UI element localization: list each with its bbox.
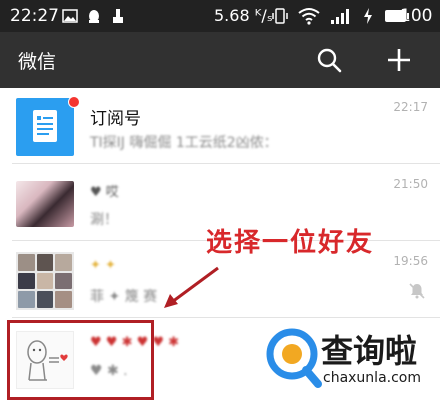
group-avatar xyxy=(16,252,74,310)
network-speed: 5.68 ᴷ/ₛ xyxy=(214,6,273,25)
mute-icon xyxy=(409,283,425,299)
vibrate-icon xyxy=(272,8,288,24)
qq-icon xyxy=(89,10,99,23)
chat-preview: 涮！ xyxy=(90,212,118,228)
chat-time: 21:50 xyxy=(393,177,428,191)
title-bar: 微信 xyxy=(0,32,440,88)
image-icon xyxy=(62,9,78,23)
status-bar: 22:27 5.68 ᴷ/ₛ 100 xyxy=(0,0,440,32)
chat-time: 22:17 xyxy=(393,100,428,114)
unread-dot xyxy=(68,96,80,108)
chat-preview: TI探IJ 嗨倔倔 1工云纸2凶侬： xyxy=(90,135,278,151)
chat-preview: 菲 ✦ 篾 赛 xyxy=(90,289,158,305)
plus-icon[interactable] xyxy=(383,44,415,76)
charging-icon xyxy=(364,8,372,24)
annotation-label: 选择一位好友 xyxy=(206,228,375,258)
brush-icon xyxy=(113,9,123,23)
subscription-avatar xyxy=(16,98,74,156)
signal-icon xyxy=(331,9,349,24)
avatar xyxy=(16,181,74,227)
status-right-icons xyxy=(272,7,410,25)
highlight-box xyxy=(7,320,154,400)
status-time: 22:27 xyxy=(10,6,59,26)
status-left-icons xyxy=(62,8,126,24)
chat-time: 19:56 xyxy=(393,254,428,268)
watermark-url: chaxunla.com xyxy=(323,370,421,386)
battery-percent: 100 xyxy=(400,6,433,26)
subscription-icon xyxy=(33,110,57,142)
chat-name: 订阅号 xyxy=(90,109,141,129)
divider xyxy=(12,163,440,164)
wifi-icon xyxy=(298,8,320,25)
chat-name: ✦ ✦ xyxy=(90,258,116,273)
app-title: 微信 xyxy=(18,51,57,73)
chat-name: ♥ 哎 xyxy=(90,185,119,200)
search-icon[interactable] xyxy=(313,44,345,76)
watermark-brand: 查询啦 xyxy=(321,332,418,370)
annotation-arrow-icon xyxy=(164,266,219,308)
chat-row-subscriptions[interactable]: 订阅号 TI探IJ 嗨倔倔 1工云纸2凶侬： 22:17 xyxy=(0,88,440,164)
